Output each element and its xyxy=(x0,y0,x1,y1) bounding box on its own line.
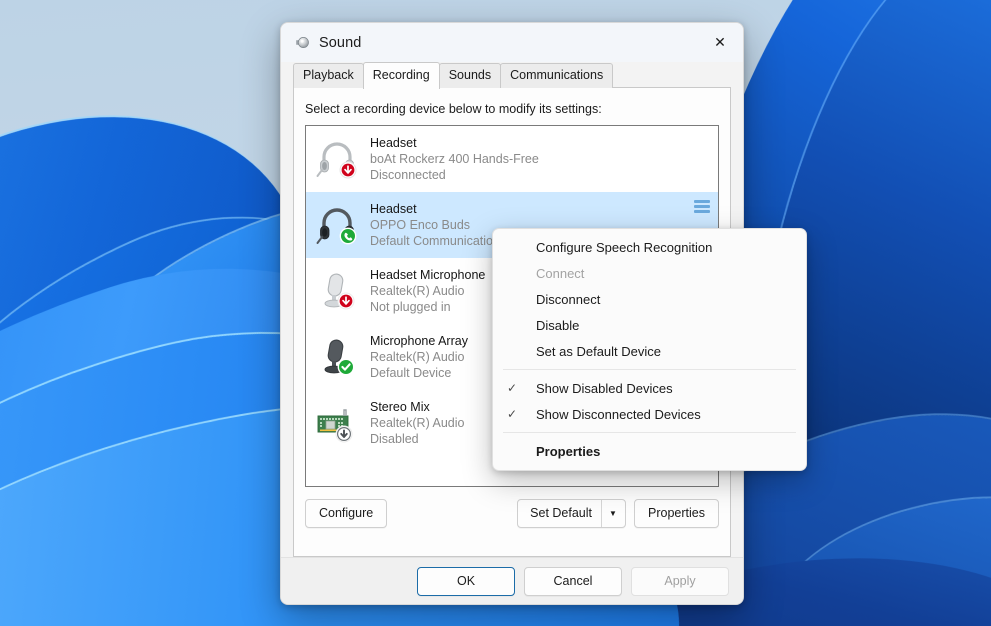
menu-item-properties[interactable]: Properties xyxy=(493,438,806,464)
chevron-down-icon[interactable]: ▼ xyxy=(601,500,625,527)
volume-level-meter xyxy=(694,200,710,213)
sound-speaker-icon xyxy=(293,34,310,51)
headset-icon xyxy=(314,202,360,248)
apply-button: Apply xyxy=(631,566,729,596)
menu-item-label: Properties xyxy=(536,443,601,459)
tab-playback[interactable]: Playback xyxy=(293,63,364,88)
menu-item-label: Set as Default Device xyxy=(536,343,662,359)
device-name: Headset xyxy=(370,202,417,216)
menu-item-set-as-default-device[interactable]: Set as Default Device xyxy=(493,338,806,364)
tab-communications[interactable]: Communications xyxy=(500,63,614,88)
tab-recording[interactable]: Recording xyxy=(362,62,440,89)
menu-separator xyxy=(503,432,796,433)
window-title: Sound xyxy=(319,34,362,51)
menu-item-configure-speech-recognition[interactable]: Configure Speech Recognition xyxy=(493,234,806,260)
menu-item-show-disabled-devices[interactable]: ✓ Show Disabled Devices xyxy=(493,375,806,401)
menu-item-label: Configure Speech Recognition xyxy=(536,239,713,255)
properties-button[interactable]: Properties xyxy=(634,499,719,528)
device-subtitle: boAt Rockerz 400 Hands-Free xyxy=(370,152,539,166)
device-action-buttons: Configure Set Default ▼ Properties xyxy=(305,487,719,541)
menu-item-disable[interactable]: Disable xyxy=(493,312,806,338)
menu-item-show-disconnected-devices[interactable]: ✓ Show Disconnected Devices xyxy=(493,401,806,427)
menu-item-connect: Connect xyxy=(493,260,806,286)
menu-item-label: Connect xyxy=(536,265,585,281)
headset-icon xyxy=(314,136,360,182)
title-bar: Sound ✕ xyxy=(281,23,743,62)
menu-item-label: Disable xyxy=(536,317,580,333)
tab-strip: Playback Recording Sounds Communications xyxy=(281,62,743,89)
tab-sounds[interactable]: Sounds xyxy=(438,63,502,88)
sound-card-icon xyxy=(314,400,360,446)
device-name: Headset xyxy=(370,136,417,150)
check-icon: ✓ xyxy=(507,381,518,395)
menu-item-disconnect[interactable]: Disconnect xyxy=(493,286,806,312)
close-icon[interactable]: ✕ xyxy=(697,23,743,62)
check-icon: ✓ xyxy=(507,407,518,421)
device-info: Headset boAt Rockerz 400 Hands-Free Disc… xyxy=(370,135,712,183)
set-default-split-button[interactable]: Set Default ▼ xyxy=(517,499,627,528)
device-context-menu: Configure Speech Recognition Connect Dis… xyxy=(492,228,807,471)
device-status: Disconnected xyxy=(370,168,446,182)
microphone-icon xyxy=(314,334,360,380)
page-hint: Select a recording device below to modif… xyxy=(305,102,602,116)
menu-item-label: Show Disconnected Devices xyxy=(536,406,701,422)
menu-separator xyxy=(503,369,796,370)
cancel-button[interactable]: Cancel xyxy=(524,566,622,596)
device-list-item[interactable]: Headset boAt Rockerz 400 Hands-Free Disc… xyxy=(306,126,718,192)
dialog-footer: OK Cancel Apply xyxy=(281,557,743,604)
ok-button[interactable]: OK xyxy=(417,566,515,596)
configure-button[interactable]: Configure xyxy=(305,499,388,528)
menu-item-label: Show Disabled Devices xyxy=(536,380,673,396)
menu-item-label: Disconnect xyxy=(536,291,601,307)
microphone-icon xyxy=(314,268,360,314)
set-default-button[interactable]: Set Default xyxy=(518,500,601,527)
